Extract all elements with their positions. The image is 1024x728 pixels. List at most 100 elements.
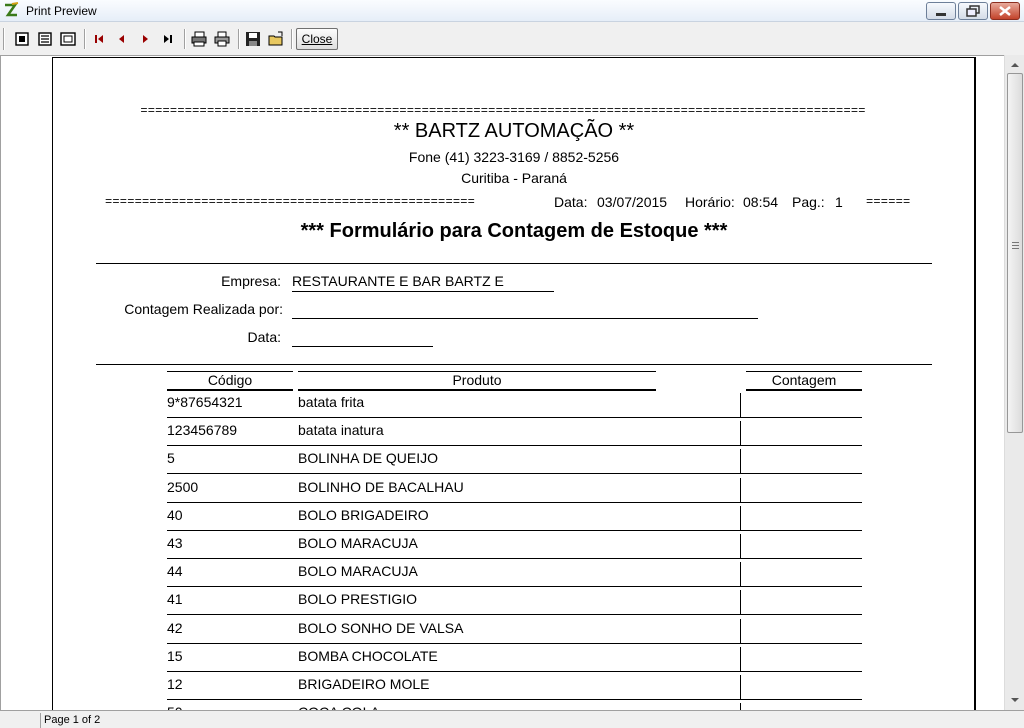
row-separator xyxy=(167,614,862,616)
save-icon xyxy=(246,32,260,46)
header-underline xyxy=(298,389,656,391)
minimize-icon xyxy=(936,13,946,16)
cell-produto: BOMBA CHOCOLATE xyxy=(298,647,438,664)
cell-produto: BOLO BRIGADEIRO xyxy=(298,506,429,523)
column-header-codigo: Código xyxy=(207,372,253,388)
column-header-contagem: Contagem xyxy=(771,372,837,388)
prev-page-icon xyxy=(119,35,124,43)
print-icon xyxy=(214,31,230,47)
contagem-por-field xyxy=(292,318,758,319)
contagem-cell-border xyxy=(740,646,741,671)
one-page-icon xyxy=(15,32,29,46)
open-button[interactable] xyxy=(266,29,286,49)
close-icon xyxy=(999,6,1011,16)
first-page-icon xyxy=(95,35,103,43)
data-field xyxy=(292,346,433,347)
preview-viewport[interactable]: ========================================… xyxy=(0,55,1004,710)
scroll-up-icon[interactable] xyxy=(1007,57,1023,73)
two-page-icon xyxy=(38,32,52,46)
time-value: 08:54 xyxy=(743,194,779,210)
row-separator xyxy=(167,642,862,644)
cell-produto: BOLO PRESTIGIO xyxy=(298,591,418,608)
contagem-cell-border xyxy=(740,675,741,699)
vertical-scrollbar[interactable] xyxy=(1004,55,1024,710)
toolbar-grip xyxy=(3,28,5,50)
print-button[interactable] xyxy=(212,29,232,49)
two-page-button[interactable] xyxy=(35,29,55,49)
row-separator xyxy=(167,586,862,588)
toolbar-separator xyxy=(291,29,293,49)
date-label: Data: xyxy=(554,194,588,210)
header-underline xyxy=(167,389,293,391)
contagem-por-label: Contagem Realizada por: xyxy=(124,301,283,317)
cell-produto: BOLO MARACUJA xyxy=(298,563,418,580)
page-indicator: Page 1 of 2 xyxy=(40,713,100,728)
separator-right: ====== xyxy=(866,195,911,209)
company-title: ** BARTZ AUTOMAÇÃO ** xyxy=(393,120,635,142)
cell-codigo: 5 xyxy=(167,450,175,467)
cell-codigo: 15 xyxy=(167,647,183,664)
report-page: ========================================… xyxy=(52,57,976,710)
last-page-button[interactable] xyxy=(158,29,178,49)
restore-icon xyxy=(966,5,980,17)
cell-codigo: 44 xyxy=(167,563,183,580)
restore-button[interactable] xyxy=(958,2,988,20)
page-label: Pag.: xyxy=(792,194,825,210)
first-page-button[interactable] xyxy=(89,29,109,49)
separator-left: ========================================… xyxy=(105,195,476,209)
open-icon xyxy=(268,31,283,46)
cell-produto: BOLINHA DE QUEIJO xyxy=(298,450,439,467)
contagem-cell-border xyxy=(740,534,741,558)
cell-codigo: 41 xyxy=(167,591,183,608)
row-separator xyxy=(167,417,862,418)
scroll-thumb[interactable] xyxy=(1007,73,1023,433)
row-separator xyxy=(167,558,862,559)
toolbar xyxy=(0,24,1024,54)
next-page-button[interactable] xyxy=(135,29,155,49)
toolbar-separator xyxy=(184,29,186,49)
cell-produto: BOLO MARACUJA xyxy=(298,535,418,551)
contagem-cell-border xyxy=(740,449,741,474)
contagem-cell-border xyxy=(740,562,741,587)
last-page-icon xyxy=(164,35,172,43)
close-button[interactable]: Close xyxy=(296,28,338,50)
title-bar: Print Preview xyxy=(0,0,1024,22)
minimize-button[interactable] xyxy=(926,2,956,20)
page-value: 1 xyxy=(835,194,843,210)
print-setup-button[interactable] xyxy=(189,29,209,49)
app-icon xyxy=(5,2,19,17)
next-page-icon xyxy=(143,35,148,43)
page-width-button[interactable] xyxy=(58,29,78,49)
cell-codigo: 123456789 xyxy=(167,422,238,439)
scroll-grip xyxy=(1012,242,1019,243)
close-window-button[interactable] xyxy=(990,2,1020,20)
cell-produto: batata inatura xyxy=(298,422,384,439)
cell-produto: batata frita xyxy=(298,394,365,410)
toolbar-separator xyxy=(84,29,86,49)
prev-page-button[interactable] xyxy=(112,29,132,49)
date-value: 03/07/2015 xyxy=(597,194,668,210)
contagem-cell-border xyxy=(740,505,741,530)
toolbar-separator xyxy=(238,29,240,49)
contagem-cell-border xyxy=(740,590,741,615)
empresa-value: RESTAURANTE E BAR BARTZ E xyxy=(292,273,504,289)
cell-codigo: 9*87654321 xyxy=(167,394,243,410)
column-header-produto: Produto xyxy=(452,372,502,388)
cell-codigo: 43 xyxy=(167,535,183,551)
cell-codigo: 12 xyxy=(167,676,183,692)
company-city: Curitiba - Paraná xyxy=(461,170,567,186)
scroll-down-icon[interactable] xyxy=(1007,692,1023,708)
row-separator xyxy=(167,529,862,531)
cell-produto: BOLO SONHO DE VALSA xyxy=(298,619,464,636)
header-underline xyxy=(746,389,862,391)
divider xyxy=(96,364,932,365)
separator-top: ========================================… xyxy=(140,104,866,118)
save-button[interactable] xyxy=(243,29,263,49)
cell-codigo: 42 xyxy=(167,619,183,636)
contagem-cell-border xyxy=(740,477,741,502)
divider xyxy=(96,263,932,264)
cell-produto: BOLINHO DE BACALHAU xyxy=(298,478,464,495)
print-setup-icon xyxy=(191,31,207,47)
one-page-button[interactable] xyxy=(12,29,32,49)
row-separator xyxy=(167,670,862,672)
